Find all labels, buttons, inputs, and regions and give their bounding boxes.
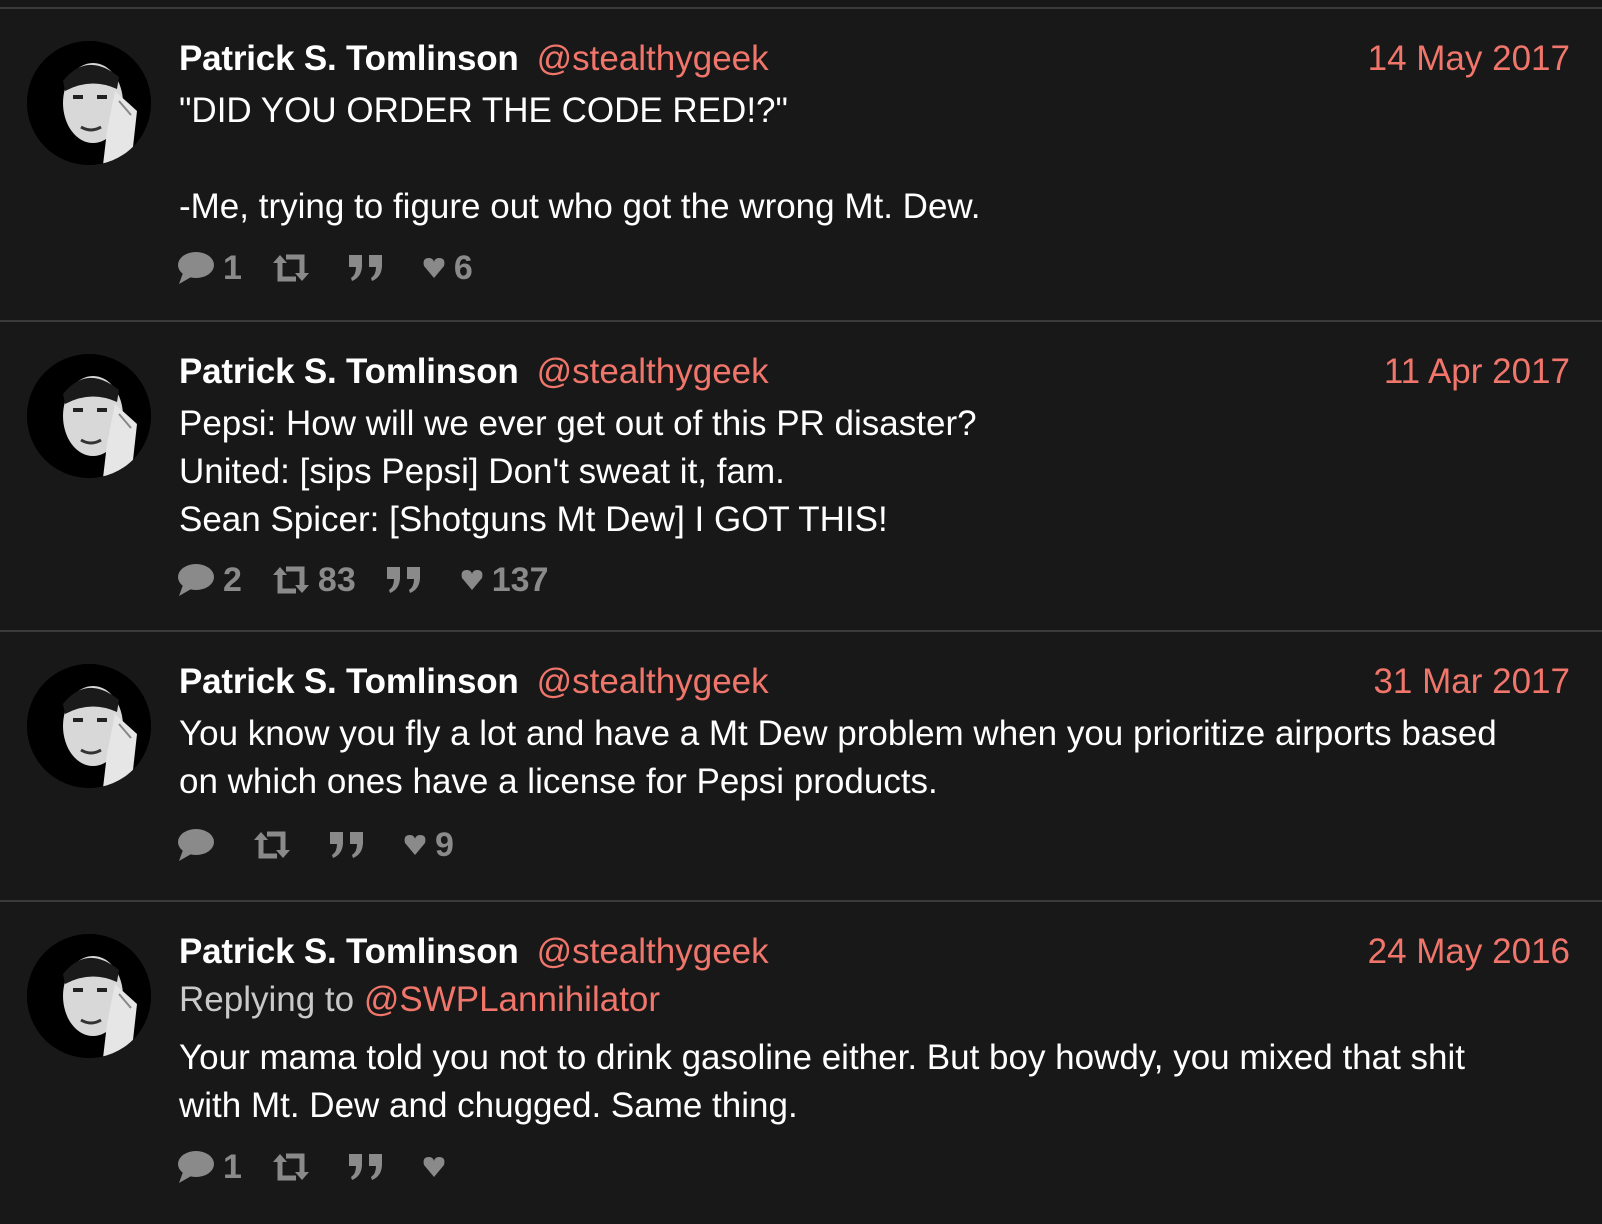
tweet-2: Patrick S. Tomlinson @stealthygeek 11 Ap…	[0, 322, 1602, 632]
quote-button[interactable]	[386, 565, 430, 595]
like-count: 9	[435, 825, 454, 864]
reply-count: 1	[223, 1147, 242, 1186]
author-handle[interactable]: @stealthygeek	[537, 352, 769, 392]
speech-bubble-icon	[178, 564, 214, 596]
avatar[interactable]	[27, 664, 151, 788]
speech-bubble-icon	[178, 829, 214, 861]
like-button[interactable]	[422, 1155, 454, 1179]
quote-icon	[386, 567, 420, 593]
tweet-date[interactable]: 31 Mar 2017	[1373, 662, 1570, 702]
like-count: 137	[491, 560, 549, 599]
quote-icon	[348, 1154, 382, 1180]
heart-icon	[423, 1157, 445, 1177]
avatar[interactable]	[27, 934, 151, 1058]
tweet-text: Your mama told you not to drink gasoline…	[179, 1038, 1466, 1125]
reply-button[interactable]: 1	[177, 1148, 242, 1187]
replying-to-label: Replying to	[179, 980, 364, 1019]
author-handle[interactable]: @stealthygeek	[537, 662, 769, 702]
tweet-actions: 9	[177, 825, 484, 865]
reply-count: 1	[223, 248, 242, 287]
tweet-actions: 2 83 137	[177, 560, 578, 600]
author-name[interactable]: Patrick S. Tomlinson	[179, 39, 519, 79]
retweet-button[interactable]: 83	[272, 561, 356, 600]
like-button[interactable]: 6	[422, 249, 473, 288]
like-button[interactable]: 137	[460, 560, 549, 600]
tweet-3: Patrick S. Tomlinson @stealthygeek 31 Ma…	[0, 632, 1602, 902]
like-button[interactable]: 9	[403, 826, 454, 865]
quote-button[interactable]	[348, 1152, 392, 1182]
author-name[interactable]: Patrick S. Tomlinson	[179, 352, 519, 392]
speech-bubble-icon	[178, 252, 214, 284]
retweet-icon	[272, 1153, 309, 1181]
retweet-button[interactable]	[253, 830, 299, 860]
avatar-photo-icon	[27, 934, 151, 1058]
tweet-actions: 1 6	[177, 248, 503, 288]
avatar-photo-icon	[27, 354, 151, 478]
author-handle[interactable]: @stealthygeek	[537, 932, 769, 972]
author-handle[interactable]: @stealthygeek	[537, 39, 769, 79]
tweet-header: Patrick S. Tomlinson @stealthygeek 11 Ap…	[179, 352, 1570, 398]
tweet-header: Patrick S. Tomlinson @stealthygeek 24 Ma…	[179, 932, 1570, 978]
heart-icon	[461, 570, 483, 590]
reply-button[interactable]: 2	[177, 561, 242, 600]
tweet-1: Patrick S. Tomlinson @stealthygeek 14 Ma…	[0, 9, 1602, 322]
retweet-count: 83	[317, 560, 356, 599]
heart-icon	[423, 258, 445, 278]
avatar[interactable]	[27, 354, 151, 478]
tweet-date[interactable]: 11 Apr 2017	[1384, 352, 1570, 392]
reply-button[interactable]	[177, 828, 223, 862]
tweet-text: Pepsi: How will we ever get out of this …	[179, 404, 977, 539]
author-name[interactable]: Patrick S. Tomlinson	[179, 932, 519, 972]
quote-button[interactable]	[348, 253, 392, 283]
heart-icon	[404, 835, 426, 855]
avatar[interactable]	[27, 41, 151, 165]
like-count: 6	[453, 248, 473, 287]
tweet-4: Patrick S. Tomlinson @stealthygeek 24 Ma…	[0, 902, 1602, 1212]
quote-button[interactable]	[329, 830, 373, 860]
reply-button[interactable]: 1	[177, 249, 242, 288]
quote-icon	[348, 255, 382, 281]
tweet-date[interactable]: 14 May 2017	[1368, 39, 1570, 79]
tweet-header: Patrick S. Tomlinson @stealthygeek 14 Ma…	[179, 39, 1570, 85]
tweet-actions: 1	[177, 1147, 484, 1187]
retweet-button[interactable]	[272, 253, 318, 283]
retweet-icon	[272, 566, 309, 594]
speech-bubble-icon	[178, 1151, 214, 1183]
retweet-icon	[272, 254, 309, 282]
retweet-icon	[254, 831, 290, 859]
tweet-date[interactable]: 24 May 2016	[1368, 932, 1570, 972]
tweet-header: Patrick S. Tomlinson @stealthygeek 31 Ma…	[179, 662, 1570, 708]
retweet-button[interactable]	[272, 1152, 318, 1182]
avatar-photo-icon	[27, 664, 151, 788]
tweet-text: You know you fly a lot and have a Mt Dew…	[179, 714, 1497, 801]
tweet-text: "DID YOU ORDER THE CODE RED!?" -Me, tryi…	[179, 91, 981, 226]
quote-icon	[330, 832, 363, 858]
reply-count: 2	[223, 560, 242, 599]
reply-to-handle[interactable]: @SWPLannihilator	[364, 980, 660, 1019]
replying-to-line: Replying to @SWPLannihilator	[179, 980, 660, 1020]
avatar-photo-icon	[27, 41, 151, 165]
author-name[interactable]: Patrick S. Tomlinson	[179, 662, 519, 702]
top-divider	[0, 0, 1602, 9]
